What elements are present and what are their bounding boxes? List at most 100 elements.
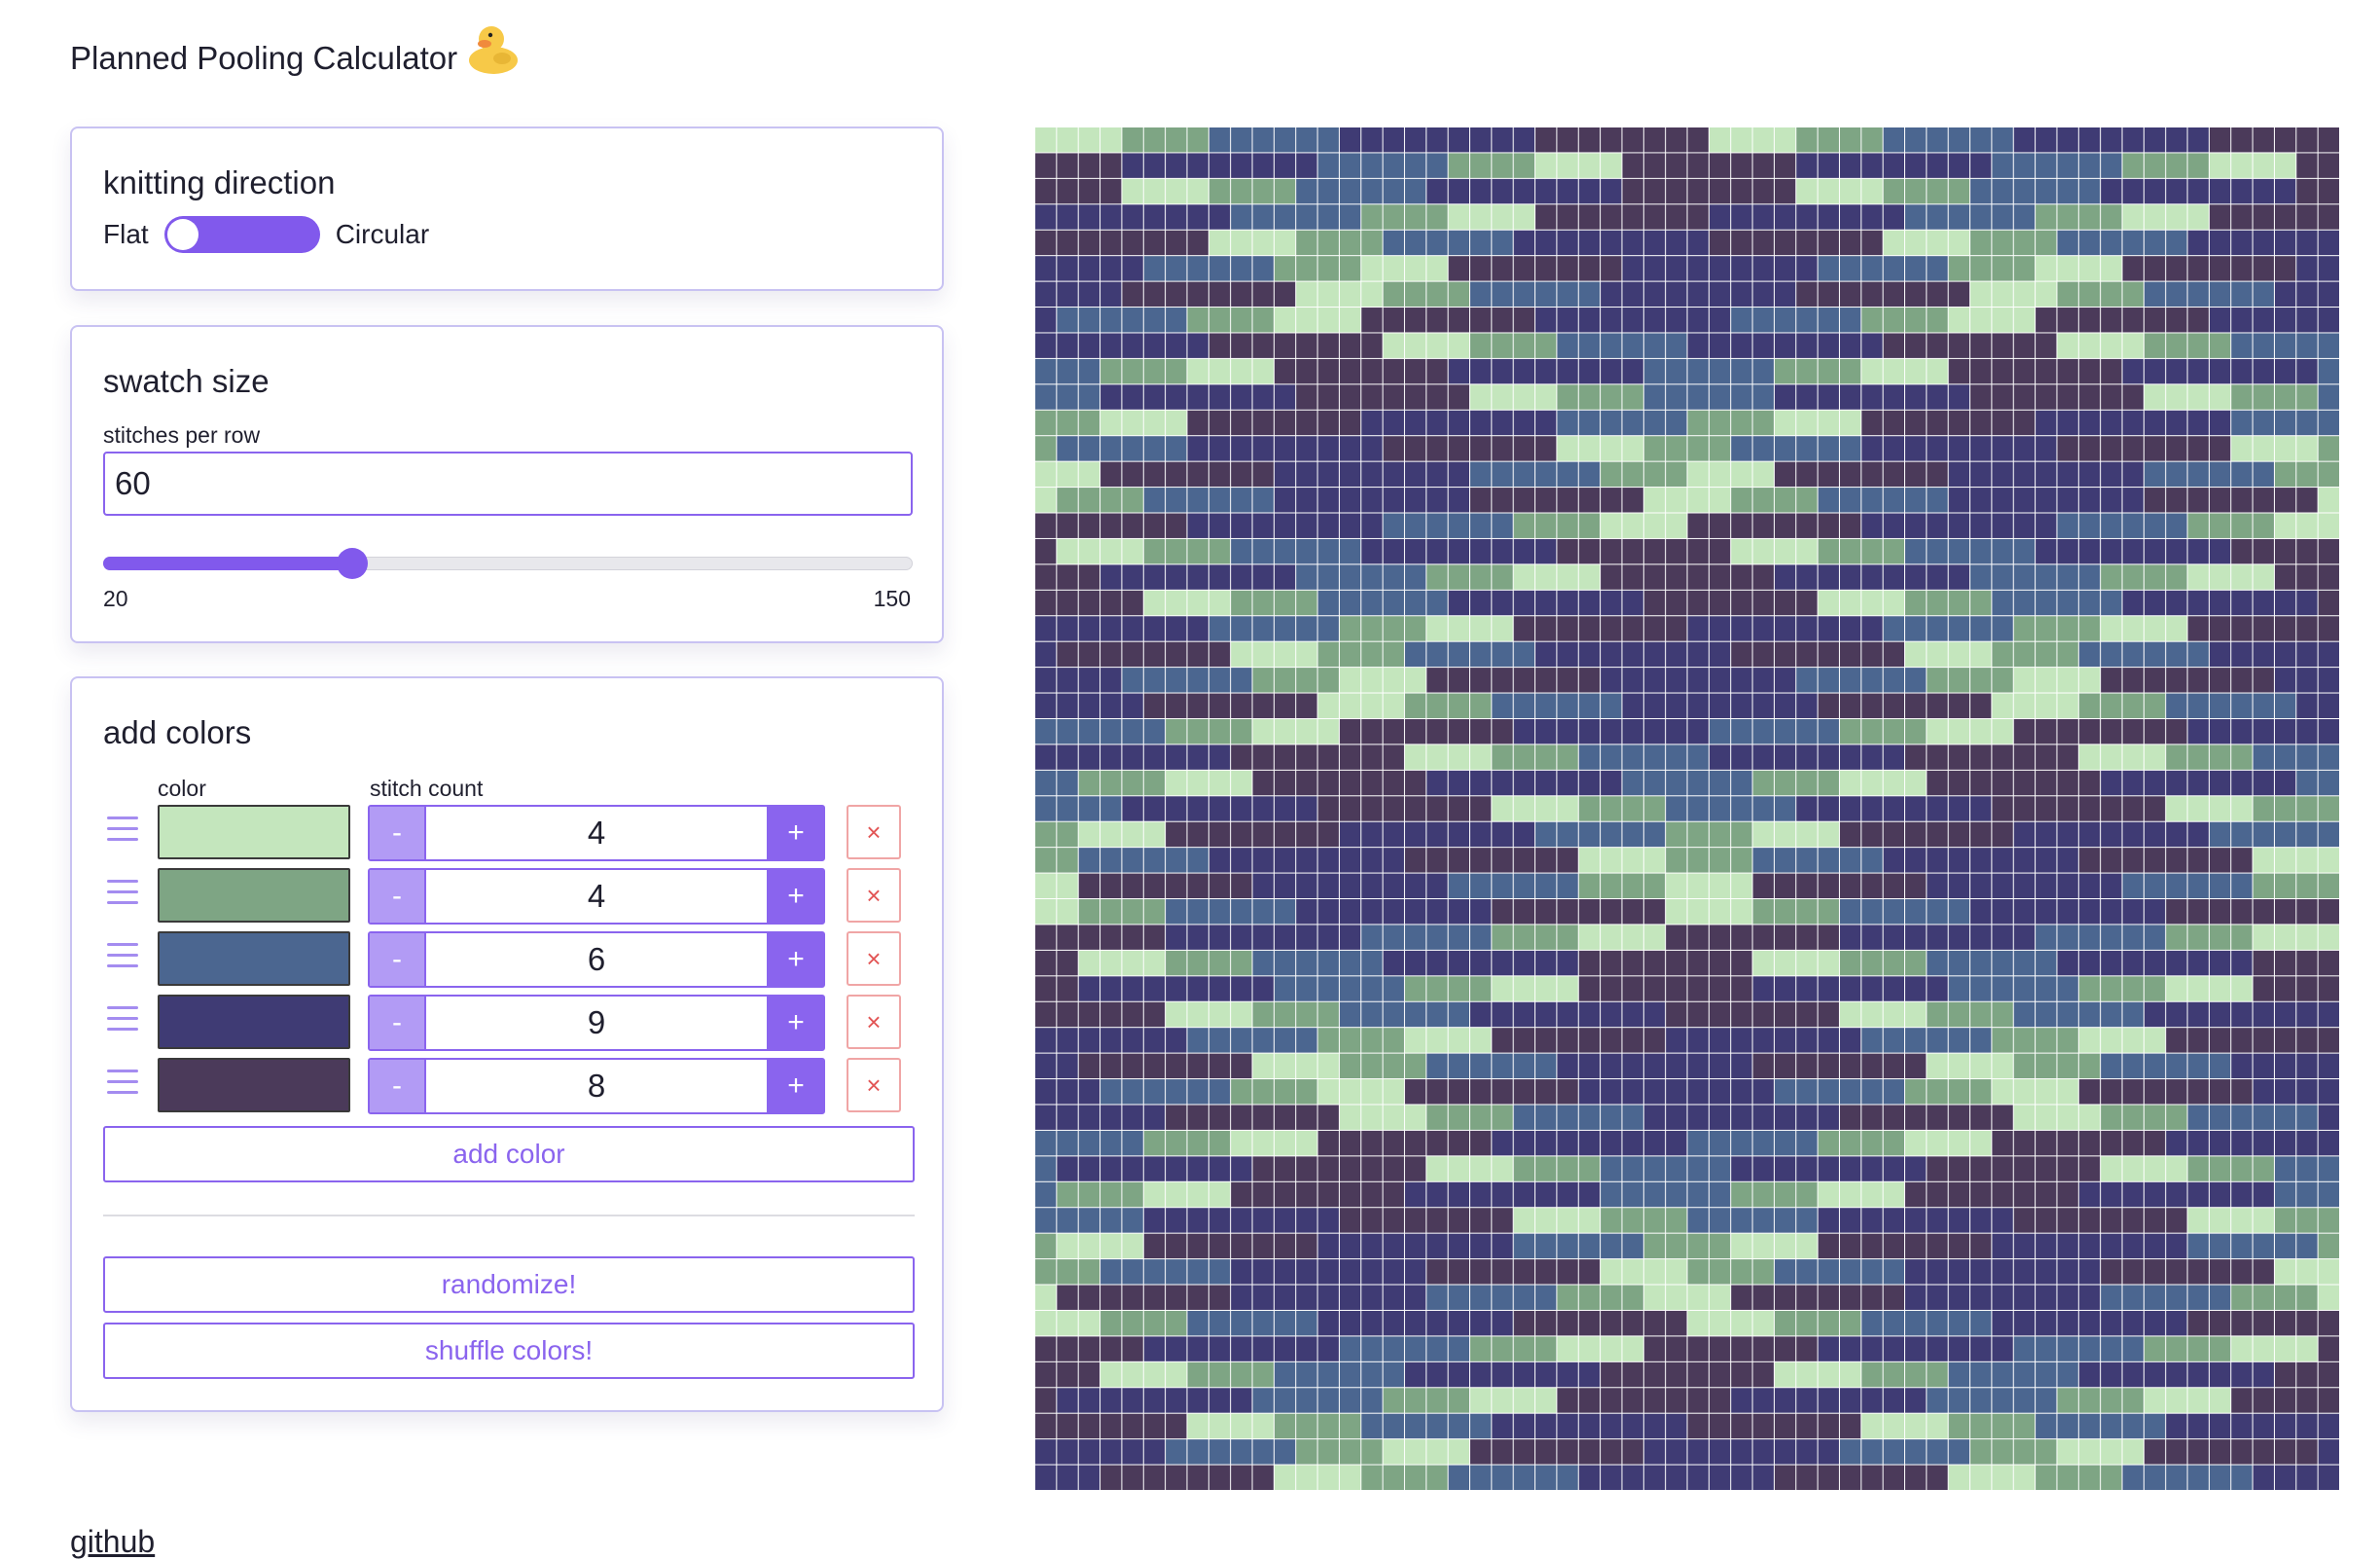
- stitch-cell: [1839, 1208, 1861, 1233]
- stitch-cell: [1078, 1105, 1100, 1130]
- color-swatch[interactable]: [158, 805, 350, 859]
- stitch-cell: [1057, 1465, 1078, 1490]
- stitch-cell: [1905, 770, 1927, 796]
- stitch-cell: [1643, 873, 1666, 899]
- increment-button[interactable]: +: [769, 1060, 823, 1112]
- stitch-cell: [1687, 178, 1709, 204]
- stitch-cell: [1296, 564, 1317, 590]
- slider-max-label: 150: [873, 586, 911, 611]
- increment-button[interactable]: +: [769, 997, 823, 1049]
- github-link[interactable]: github: [70, 1524, 155, 1560]
- increment-button[interactable]: +: [769, 807, 823, 859]
- shuffle-colors-button[interactable]: shuffle colors!: [103, 1323, 915, 1379]
- stitch-cell: [2274, 1181, 2296, 1208]
- remove-color-button[interactable]: ×: [847, 805, 901, 859]
- stitch-cell: [1470, 1285, 1492, 1310]
- stitch-cell: [1035, 976, 1057, 1001]
- decrement-button[interactable]: -: [370, 933, 424, 986]
- stitch-cell: [1252, 1285, 1274, 1310]
- stitch-cell: [1774, 513, 1796, 538]
- stitch-cell: [1905, 1105, 1927, 1130]
- stitch-cell: [2296, 1336, 2318, 1361]
- stitch-cell: [2296, 693, 2318, 718]
- stitch-cell: [1296, 848, 1317, 873]
- color-swatch[interactable]: [158, 868, 350, 923]
- stitch-cell: [1818, 256, 1839, 281]
- decrement-button[interactable]: -: [370, 1060, 424, 1112]
- drag-handle-icon[interactable]: [107, 1006, 138, 1038]
- remove-color-button[interactable]: ×: [847, 1058, 901, 1112]
- stitch-cell: [1187, 384, 1208, 410]
- stitch-cell: [1296, 1053, 1317, 1079]
- stitch-cell: [1361, 1465, 1383, 1490]
- stitch-cell: [1666, 770, 1687, 796]
- stitch-cell: [1709, 1439, 1731, 1465]
- stitch-cell: [1622, 1053, 1643, 1079]
- stitch-cell: [1709, 821, 1731, 848]
- stitch-cell: [2057, 641, 2078, 668]
- stitch-cell: [2101, 178, 2122, 204]
- stitch-cell: [1470, 925, 1492, 950]
- stitch-cell: [1535, 1053, 1557, 1079]
- stitch-cell: [1317, 770, 1339, 796]
- stitch-cell: [1426, 410, 1448, 436]
- stitch-cell: [1317, 641, 1339, 668]
- stitch-cell: [1774, 1028, 1796, 1053]
- stitch-count-value[interactable]: 8: [424, 1060, 769, 1112]
- add-color-button[interactable]: add color: [103, 1126, 915, 1182]
- stitch-cell: [1970, 693, 1992, 718]
- randomize-button[interactable]: randomize!: [103, 1256, 915, 1313]
- stitch-cell: [2296, 1130, 2318, 1156]
- stitch-count-value[interactable]: 6: [424, 933, 769, 986]
- stitch-cell: [1035, 127, 1057, 153]
- stitch-count-value[interactable]: 9: [424, 997, 769, 1049]
- stitch-cell: [1252, 641, 1274, 668]
- direction-toggle-switch[interactable]: [163, 216, 320, 253]
- decrement-button[interactable]: -: [370, 997, 424, 1049]
- stitch-cell: [1970, 641, 1992, 668]
- stitch-cell: [2318, 564, 2339, 590]
- drag-handle-icon[interactable]: [107, 1070, 138, 1102]
- stitch-cell: [1404, 1259, 1426, 1285]
- color-swatch[interactable]: [158, 931, 350, 986]
- stitch-cell: [2013, 641, 2036, 668]
- stitch-cell: [1883, 1259, 1904, 1285]
- remove-color-button[interactable]: ×: [847, 931, 901, 986]
- stitch-cell: [1818, 590, 1839, 616]
- stitch-cell: [1601, 1465, 1622, 1490]
- color-swatch[interactable]: [158, 995, 350, 1049]
- drag-handle-icon[interactable]: [107, 816, 138, 849]
- stitch-cell: [1513, 384, 1535, 410]
- stitch-count-value[interactable]: 4: [424, 807, 769, 859]
- drag-handle-icon[interactable]: [107, 943, 138, 975]
- stitch-cell: [1578, 1388, 1601, 1413]
- stitch-cell: [1035, 950, 1057, 976]
- drag-handle-icon[interactable]: [107, 880, 138, 912]
- decrement-button[interactable]: -: [370, 807, 424, 859]
- stitches-slider-thumb[interactable]: [337, 548, 368, 579]
- stitch-cell: [1492, 153, 1513, 178]
- stitch-cell: [1601, 333, 1622, 358]
- remove-color-button[interactable]: ×: [847, 868, 901, 923]
- stitch-cell: [1709, 204, 1731, 230]
- stitch-cell: [1339, 796, 1361, 821]
- stitch-cell: [2078, 1105, 2101, 1130]
- stitch-cell: [1796, 1465, 1818, 1490]
- stitch-cell: [2209, 950, 2231, 976]
- decrement-button[interactable]: -: [370, 870, 424, 923]
- stitch-cell: [1927, 153, 1948, 178]
- stitch-cell: [1601, 281, 1622, 308]
- color-swatch[interactable]: [158, 1058, 350, 1112]
- stitch-count-value[interactable]: 4: [424, 870, 769, 923]
- stitch-cell: [1927, 693, 1948, 718]
- stitch-cell: [1166, 1361, 1187, 1388]
- stitch-cell: [1643, 925, 1666, 950]
- stitch-cell: [1187, 1285, 1208, 1310]
- stitch-cell: [2318, 668, 2339, 693]
- increment-button[interactable]: +: [769, 933, 823, 986]
- increment-button[interactable]: +: [769, 870, 823, 923]
- stitch-cell: [1666, 718, 1687, 744]
- stitches-per-row-input[interactable]: [103, 452, 913, 516]
- stitch-cell: [1383, 127, 1404, 153]
- remove-color-button[interactable]: ×: [847, 995, 901, 1049]
